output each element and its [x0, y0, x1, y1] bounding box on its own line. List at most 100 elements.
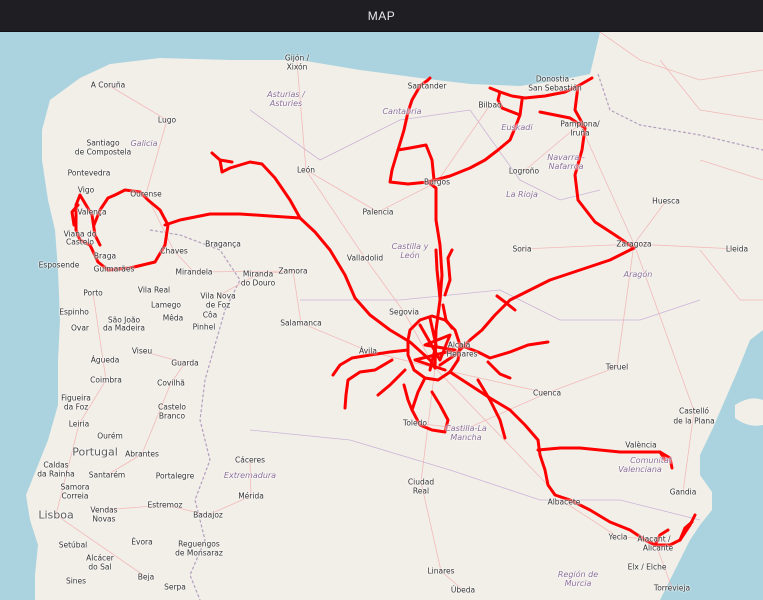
map-label-galicia: Galicia — [130, 139, 158, 148]
header-title: MAP — [367, 8, 396, 23]
map-label-coimbra: Coimbra — [90, 375, 122, 385]
map-label-valencia: València — [625, 440, 657, 450]
map-label-viseu: Viseu — [131, 346, 153, 356]
map-label-euskadi: Euskadi — [501, 123, 533, 132]
map-label-alacant: Alacant / — [637, 534, 671, 544]
map-label-ovar: Ovar — [70, 323, 90, 333]
map-label-vigo: Vigo — [77, 185, 95, 195]
map-label-larioja: La Rioja — [506, 190, 538, 199]
map-label-toledo: Toledo — [403, 418, 427, 428]
map-label-coa: Côa — [202, 310, 218, 320]
map-label-castilla: Castilla y — [391, 242, 429, 251]
map-label-lugo: Lugo — [157, 115, 177, 125]
map-label-correia: Correia — [61, 491, 89, 501]
map-label-novas: Novas — [92, 514, 116, 524]
map-label-lleida: Lleida — [725, 244, 749, 254]
map-label-plana: de la Plana — [673, 416, 715, 426]
map-label-abrantes: Abrantes — [125, 449, 159, 459]
map-label-region: Región de — [557, 570, 599, 579]
app-header: MAP — [0, 0, 763, 32]
map-label-aveiro: Águeda — [90, 355, 120, 365]
map-label-monsaraz: de Monsaraz — [175, 548, 223, 558]
map-label-vilanova: Vila Nova — [200, 291, 236, 301]
map-label-castelo: Castelo — [66, 237, 94, 247]
map-label-serpa: Serpa — [164, 582, 186, 592]
map-label-zaragoza: Zaragoza — [616, 239, 652, 249]
map-label-aragon: Aragón — [623, 270, 653, 279]
map-label-mancha: Mancha — [450, 433, 482, 442]
map-label-acoruna: A Coruña — [90, 80, 126, 90]
map-label-murcia: Murcia — [564, 579, 592, 588]
map-label-sansebastian: San Sebastián — [528, 83, 582, 93]
map-label-comunitat: Comunitat — [630, 456, 672, 465]
map-label-lamego: Lamego — [150, 300, 182, 310]
map-label-foz: de Foz — [205, 300, 231, 310]
map-label-ourem: Ourém — [97, 431, 123, 441]
map-label-real: Real — [412, 486, 430, 496]
map-label-leon: León — [296, 165, 316, 175]
map-label-castelobranco: Castelo — [158, 402, 186, 412]
map-label-braganca: Bragança — [205, 239, 241, 249]
map-label-portalegre: Portalegre — [155, 471, 195, 481]
map-label-caldas: Caldas — [43, 460, 69, 470]
map-label-vilareal: Vila Real — [137, 285, 171, 295]
map-label-santarem: Santarém — [88, 470, 126, 480]
map-label-estremoz: Estremoz — [147, 500, 183, 510]
map-label-ubeda: Úbeda — [450, 585, 476, 595]
map-label-lisboa: Lisboa — [38, 508, 74, 522]
map-label-nafarroa: Nafarroa — [548, 162, 584, 171]
map-label-guimaraes: Guimarães — [93, 264, 135, 274]
map-label-navarra: Navarra - — [547, 153, 585, 162]
map-label-iruna: Iruña — [570, 128, 590, 138]
map-label-ciudadreal: Ciudad — [407, 477, 435, 487]
map-label-gijon: Gijón / — [284, 53, 310, 63]
map-label-esposende: Esposende — [38, 260, 80, 270]
map-view[interactable]: Gijón / Xixón Asturias / Asturies A Coruña Lu… — [0, 32, 763, 600]
map-label-soria: Soria — [512, 244, 532, 254]
map-label-asturies: Asturies — [269, 99, 303, 108]
map-label-alicante: Alicante — [642, 543, 674, 553]
map-label-castello: Castelló — [678, 406, 710, 416]
map-label-alcala: Alcalá — [447, 340, 471, 350]
map-label-ourense: Ourense — [130, 189, 162, 199]
map-label-logrono: Logroño — [508, 166, 540, 176]
map-label-merida: Mérida — [238, 491, 264, 501]
map-label-valladolid: Valladolid — [346, 253, 384, 263]
map-label-rainha: da Rainha — [37, 469, 75, 479]
map-label-henares: Henares — [446, 349, 478, 359]
map-label-evora: Évora — [131, 537, 153, 547]
map-label-guarda: Guarda — [171, 358, 199, 368]
map-label-avila: Ávila — [359, 346, 377, 356]
map-label-douro: do Douro — [240, 278, 276, 288]
map-label-braga: Braga — [93, 251, 117, 261]
map-label-santander: Santander — [407, 81, 447, 91]
map-label-torrevieja: Torrevieja — [653, 583, 691, 593]
map-label-beja: Beja — [137, 572, 155, 582]
map-label-miranda: Miranda — [242, 269, 274, 279]
map-label-salamanca: Salamanca — [280, 318, 322, 328]
map-label-alcacer: Alcácer — [86, 553, 114, 563]
map-label-cantabria: Cantabria — [382, 107, 422, 116]
map-label-leiria: Leiria — [68, 419, 90, 429]
map-label-castillalm: Castilla-La — [445, 424, 487, 433]
map-label-zamora: Zamora — [278, 266, 308, 276]
map-label-figueira: Figueira — [61, 393, 91, 403]
map-label-valenciana: Valenciana — [618, 465, 662, 474]
map-label-vendas: Vendas — [90, 505, 118, 515]
map-label-sines: Sines — [65, 576, 87, 586]
map-label-covilha: Covilhã — [157, 378, 185, 388]
map-label-teruel: Teruel — [605, 362, 629, 372]
map-label-sal: do Sal — [88, 562, 112, 572]
map-label-bilbao: Bilbao — [478, 100, 502, 110]
map-label-castillaleon: León — [400, 251, 420, 260]
map-label-segovia: Segovia — [389, 307, 419, 317]
map-label-linares: Linares — [427, 566, 455, 576]
map-label-albacete: Albacete — [547, 497, 581, 507]
map-label-yecla: Yecla — [608, 532, 628, 542]
map-label-espinho: Espinho — [59, 307, 89, 317]
map-label-cuenca: Cuenca — [532, 388, 562, 398]
map-label-mealhada: Mêda — [162, 313, 184, 323]
map-label-pontevedra: Pontevedra — [67, 168, 111, 178]
map-label-pamplona: Pamplona/ — [560, 119, 600, 129]
map-label-valenca: Valença — [77, 207, 107, 217]
